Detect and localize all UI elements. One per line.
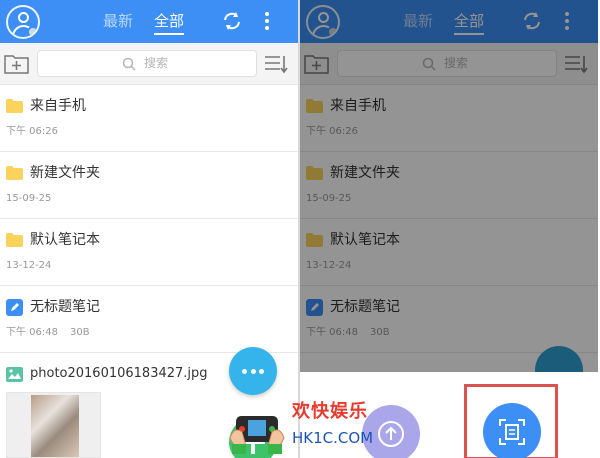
folder-icon [6, 166, 23, 180]
more-actions-button[interactable] [229, 347, 277, 395]
notes-screen-action-sheet: 最新 全部 搜索 来自手机 下午 06:26 新建文件夹 15-09-25 默认… [300, 0, 598, 458]
item-meta: 13-12-24 [6, 259, 51, 273]
dot [242, 369, 247, 374]
note-icon [6, 299, 23, 316]
sort-icon[interactable] [264, 54, 288, 74]
item-date: 下午 06:26 [6, 126, 58, 137]
tab-all[interactable]: 全部 [154, 11, 185, 35]
dot [250, 369, 256, 374]
new-folder-icon[interactable] [4, 52, 29, 74]
photo-preview [31, 395, 79, 457]
list-item[interactable]: 无标题笔记 下午 06:48 30B [0, 286, 298, 353]
item-meta: 下午 06:26 [6, 125, 58, 139]
watermark-domain: HK1C.COM [292, 429, 374, 447]
more-vertical-icon[interactable] [260, 10, 274, 32]
folder-icon [6, 233, 23, 247]
gamepad-hands-icon [229, 416, 285, 454]
avatar[interactable] [6, 5, 40, 39]
list-item[interactable]: 默认笔记本 13-12-24 [0, 219, 298, 286]
image-icon [6, 367, 23, 382]
item-title: 默认笔记本 [30, 232, 100, 248]
item-date: 15-09-25 [6, 193, 52, 204]
avatar-head [18, 12, 29, 23]
watermark-text: 欢快娱乐 [292, 401, 368, 422]
dim-overlay[interactable] [300, 0, 598, 372]
item-size: 30B [70, 327, 90, 338]
item-date: 13-12-24 [6, 260, 52, 271]
scan-button[interactable] [483, 403, 541, 458]
item-title: 无标题笔记 [30, 299, 100, 315]
avatar-badge [27, 26, 38, 37]
item-title: 来自手机 [30, 98, 86, 114]
watermark: 欢快娱乐 HK1C.COM [226, 398, 396, 458]
search-input[interactable]: 搜索 [37, 50, 257, 77]
search-placeholder: 搜索 [144, 56, 169, 70]
dot [259, 369, 264, 374]
tab-latest[interactable]: 最新 [103, 11, 133, 31]
photo-title: photo20160106183427.jpg [30, 366, 208, 381]
search-row: 搜索 [0, 43, 298, 85]
scan-icon [499, 419, 525, 445]
item-meta: 下午 06:48 30B [6, 326, 90, 340]
sync-icon[interactable] [221, 10, 243, 32]
list-item[interactable]: 来自手机 下午 06:26 [0, 85, 298, 152]
search-icon [122, 57, 136, 71]
top-bar: 最新 全部 [0, 0, 298, 43]
item-meta: 15-09-25 [6, 192, 51, 206]
notes-screen-normal: 最新 全部 搜索 来自手机 下午 06:26 新建文件夹 15-09-25 默认… [0, 0, 298, 458]
item-title: 新建文件夹 [30, 165, 100, 181]
photo-thumbnail[interactable] [6, 392, 101, 458]
folder-icon [6, 99, 23, 113]
list-item[interactable]: 新建文件夹 15-09-25 [0, 152, 298, 219]
item-date: 下午 06:48 [6, 327, 58, 338]
